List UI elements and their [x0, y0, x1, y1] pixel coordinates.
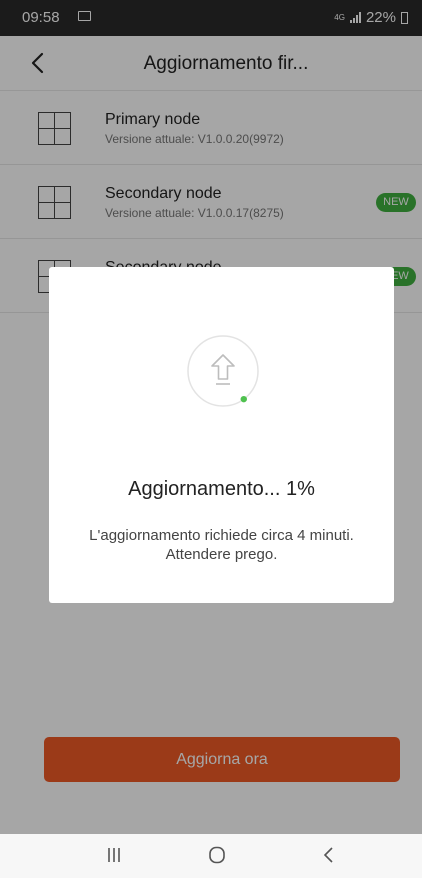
dialog-message-line-2: Attendere prego.	[165, 546, 278, 563]
progress-dot	[240, 395, 247, 403]
arrow-up-icon	[211, 354, 235, 380]
modal-overlay: Aggiornamento... 1% L'aggiornamento rich…	[0, 0, 422, 834]
recents-icon[interactable]	[106, 846, 122, 864]
dialog-message-line-1: L'aggiornamento richiede circa 4 minuti.	[89, 527, 354, 544]
dialog-message: L'aggiornamento richiede circa 4 minuti.…	[49, 526, 394, 564]
dialog-title: Aggiornamento... 1%	[128, 478, 315, 500]
update-progress-dialog: Aggiornamento... 1% L'aggiornamento rich…	[49, 267, 394, 603]
home-icon[interactable]	[208, 846, 226, 864]
back-icon[interactable]	[322, 846, 336, 864]
upload-progress-icon	[187, 335, 259, 407]
system-nav-bar	[0, 834, 422, 878]
app-screen: 09:58 4G 22% Aggiornamento fir... Primar	[0, 0, 422, 878]
